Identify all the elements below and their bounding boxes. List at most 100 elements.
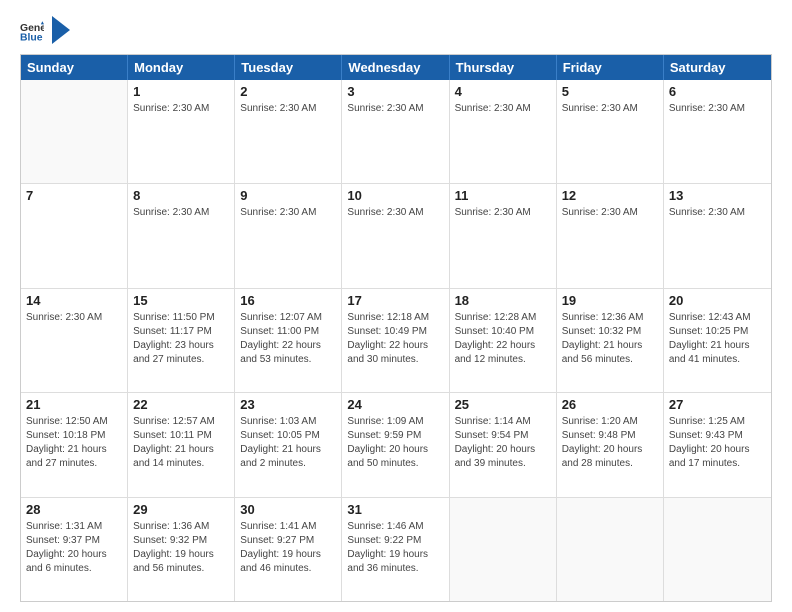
- calendar-body: 1Sunrise: 2:30 AM 2 Sunrise: 2:30 AM 3 Sunri…: [21, 80, 771, 601]
- day-cell-4: 4 Sunrise: 2:30 AM: [450, 80, 557, 183]
- day-info: Sunrise: 12:57 AMSunset: 10:11 PMDayligh…: [133, 415, 229, 471]
- day-info: Sunrise: 2:30 AM: [455, 102, 551, 116]
- day-info: Sunrise: 12:28 AMSunset: 10:40 PMDayligh…: [455, 311, 551, 367]
- calendar: SundayMondayTuesdayWednesdayThursdayFrid…: [20, 54, 772, 602]
- day-cell-18: 18 Sunrise: 12:28 AMSunset: 10:40 PMDayli…: [450, 289, 557, 392]
- week-row-4: 21 Sunrise: 12:50 AMSunset: 10:18 PMDayli…: [21, 392, 771, 496]
- day-number: 8: [133, 188, 229, 203]
- day-cell-23: 23Sunrise: 1:03 AMSunset: 10:05 PMDaylig…: [235, 393, 342, 496]
- logo: General Blue: [20, 16, 70, 44]
- day-number: 13: [669, 188, 766, 203]
- day-info: Sunrise: 2:30 AM: [240, 206, 336, 220]
- day-number: 5: [562, 84, 658, 99]
- day-info: Sunrise: 2:30 AM: [26, 311, 122, 325]
- day-info: Sunrise: 2:30 AM: [562, 206, 658, 220]
- weekday-header-monday: Monday: [128, 55, 235, 80]
- day-number: 6: [669, 84, 766, 99]
- day-cell-10: 10 Sunrise: 2:30 AM: [342, 184, 449, 287]
- day-cell-31: 31Sunrise: 1:46 AMSunset: 9:22 PMDayligh…: [342, 498, 449, 601]
- day-cell-17: 17Sunrise: 12:18 AMSunset: 10:49 PMDayli…: [342, 289, 449, 392]
- day-cell-16: 16 Sunrise: 12:07 AMSunset: 11:00 PMDayli…: [235, 289, 342, 392]
- day-number: 17: [347, 293, 443, 308]
- day-number: 10: [347, 188, 443, 203]
- day-number: 18: [455, 293, 551, 308]
- day-cell-9: 9 Sunrise: 2:30 AM: [235, 184, 342, 287]
- day-number: 11: [455, 188, 551, 203]
- weekday-header-thursday: Thursday: [450, 55, 557, 80]
- logo-arrow-icon: [52, 16, 70, 44]
- day-cell-19: 19Sunrise: 12:36 AMSunset: 10:32 PMDayli…: [557, 289, 664, 392]
- day-cell-28: 28 Sunrise: 1:31 AMSunset: 9:37 PMDayligh…: [21, 498, 128, 601]
- day-cell-2: 2 Sunrise: 2:30 AM: [235, 80, 342, 183]
- day-number: 21: [26, 397, 122, 412]
- day-cell-15: 15 Sunrise: 11:50 PMSunset: 11:17 PMDayli…: [128, 289, 235, 392]
- day-info: Sunrise: 2:30 AM: [133, 206, 229, 220]
- day-number: 2: [240, 84, 336, 99]
- day-cell-1: 1Sunrise: 2:30 AM: [128, 80, 235, 183]
- day-number: 24: [347, 397, 443, 412]
- day-number: 26: [562, 397, 658, 412]
- day-number: 12: [562, 188, 658, 203]
- weekday-header-sunday: Sunday: [21, 55, 128, 80]
- day-cell-21: 21 Sunrise: 12:50 AMSunset: 10:18 PMDayli…: [21, 393, 128, 496]
- day-number: 27: [669, 397, 766, 412]
- day-cell-24: 24 Sunrise: 1:09 AMSunset: 9:59 PMDayligh…: [342, 393, 449, 496]
- day-cell-3: 3 Sunrise: 2:30 AM: [342, 80, 449, 183]
- day-number: 16: [240, 293, 336, 308]
- day-number: 7: [26, 188, 122, 203]
- svg-text:Blue: Blue: [20, 32, 43, 42]
- day-info: Sunrise: 2:30 AM: [669, 102, 766, 116]
- day-cell-27: 27Sunrise: 1:25 AMSunset: 9:43 PMDayligh…: [664, 393, 771, 496]
- weekday-header-friday: Friday: [557, 55, 664, 80]
- day-cell-29: 29Sunrise: 1:36 AMSunset: 9:32 PMDayligh…: [128, 498, 235, 601]
- day-info: Sunrise: 2:30 AM: [133, 102, 229, 116]
- day-cell-20: 20Sunrise: 12:43 AMSunset: 10:25 PMDayli…: [664, 289, 771, 392]
- empty-cell: [557, 498, 664, 601]
- logo-icon: General Blue: [20, 18, 44, 42]
- day-info: Sunrise: 12:50 AMSunset: 10:18 PMDayligh…: [26, 415, 122, 471]
- day-info: Sunrise: 1:31 AMSunset: 9:37 PMDaylight:…: [26, 520, 122, 576]
- day-number: 22: [133, 397, 229, 412]
- day-cell-8: 8 Sunrise: 2:30 AM: [128, 184, 235, 287]
- day-cell-25: 25Sunrise: 1:14 AMSunset: 9:54 PMDayligh…: [450, 393, 557, 496]
- week-row-5: 28 Sunrise: 1:31 AMSunset: 9:37 PMDayligh…: [21, 497, 771, 601]
- day-number: 20: [669, 293, 766, 308]
- day-info: Sunrise: 2:30 AM: [240, 102, 336, 116]
- calendar-header: SundayMondayTuesdayWednesdayThursdayFrid…: [21, 55, 771, 80]
- day-info: Sunrise: 2:30 AM: [347, 206, 443, 220]
- day-cell-11: 11 Sunrise: 2:30 AM: [450, 184, 557, 287]
- day-info: Sunrise: 1:36 AMSunset: 9:32 PMDaylight:…: [133, 520, 229, 576]
- week-row-1: 1Sunrise: 2:30 AM 2 Sunrise: 2:30 AM 3 Sunri…: [21, 80, 771, 183]
- day-info: Sunrise: 12:07 AMSunset: 11:00 PMDayligh…: [240, 311, 336, 367]
- day-number: 30: [240, 502, 336, 517]
- day-info: Sunrise: 1:20 AMSunset: 9:48 PMDaylight:…: [562, 415, 658, 471]
- day-cell-14: 14 Sunrise: 2:30 AM: [21, 289, 128, 392]
- day-number: 28: [26, 502, 122, 517]
- day-number: 15: [133, 293, 229, 308]
- day-cell-13: 13Sunrise: 2:30 AM: [664, 184, 771, 287]
- weekday-header-tuesday: Tuesday: [235, 55, 342, 80]
- day-cell-30: 30 Sunrise: 1:41 AMSunset: 9:27 PMDayligh…: [235, 498, 342, 601]
- weekday-header-wednesday: Wednesday: [342, 55, 449, 80]
- day-info: Sunrise: 2:30 AM: [347, 102, 443, 116]
- day-info: Sunrise: 1:09 AMSunset: 9:59 PMDaylight:…: [347, 415, 443, 471]
- day-info: Sunrise: 11:50 PMSunset: 11:17 PMDayligh…: [133, 311, 229, 367]
- day-cell-6: 6 Sunrise: 2:30 AM: [664, 80, 771, 183]
- day-number: 19: [562, 293, 658, 308]
- day-cell-26: 26 Sunrise: 1:20 AMSunset: 9:48 PMDayligh…: [557, 393, 664, 496]
- day-number: 14: [26, 293, 122, 308]
- day-info: Sunrise: 2:30 AM: [455, 206, 551, 220]
- day-info: Sunrise: 1:14 AMSunset: 9:54 PMDaylight:…: [455, 415, 551, 471]
- day-info: Sunrise: 1:41 AMSunset: 9:27 PMDaylight:…: [240, 520, 336, 576]
- week-row-3: 14 Sunrise: 2:30 AM 15 Sunrise: 11:50 PMSun…: [21, 288, 771, 392]
- day-info: Sunrise: 1:46 AMSunset: 9:22 PMDaylight:…: [347, 520, 443, 576]
- day-cell-12: 12 Sunrise: 2:30 AM: [557, 184, 664, 287]
- day-number: 4: [455, 84, 551, 99]
- day-info: Sunrise: 1:03 AMSunset: 10:05 PMDaylight…: [240, 415, 336, 471]
- weekday-header-saturday: Saturday: [664, 55, 771, 80]
- empty-cell: [21, 80, 128, 183]
- day-cell-22: 22 Sunrise: 12:57 AMSunset: 10:11 PMDayli…: [128, 393, 235, 496]
- day-info: Sunrise: 2:30 AM: [562, 102, 658, 116]
- day-number: 3: [347, 84, 443, 99]
- day-number: 9: [240, 188, 336, 203]
